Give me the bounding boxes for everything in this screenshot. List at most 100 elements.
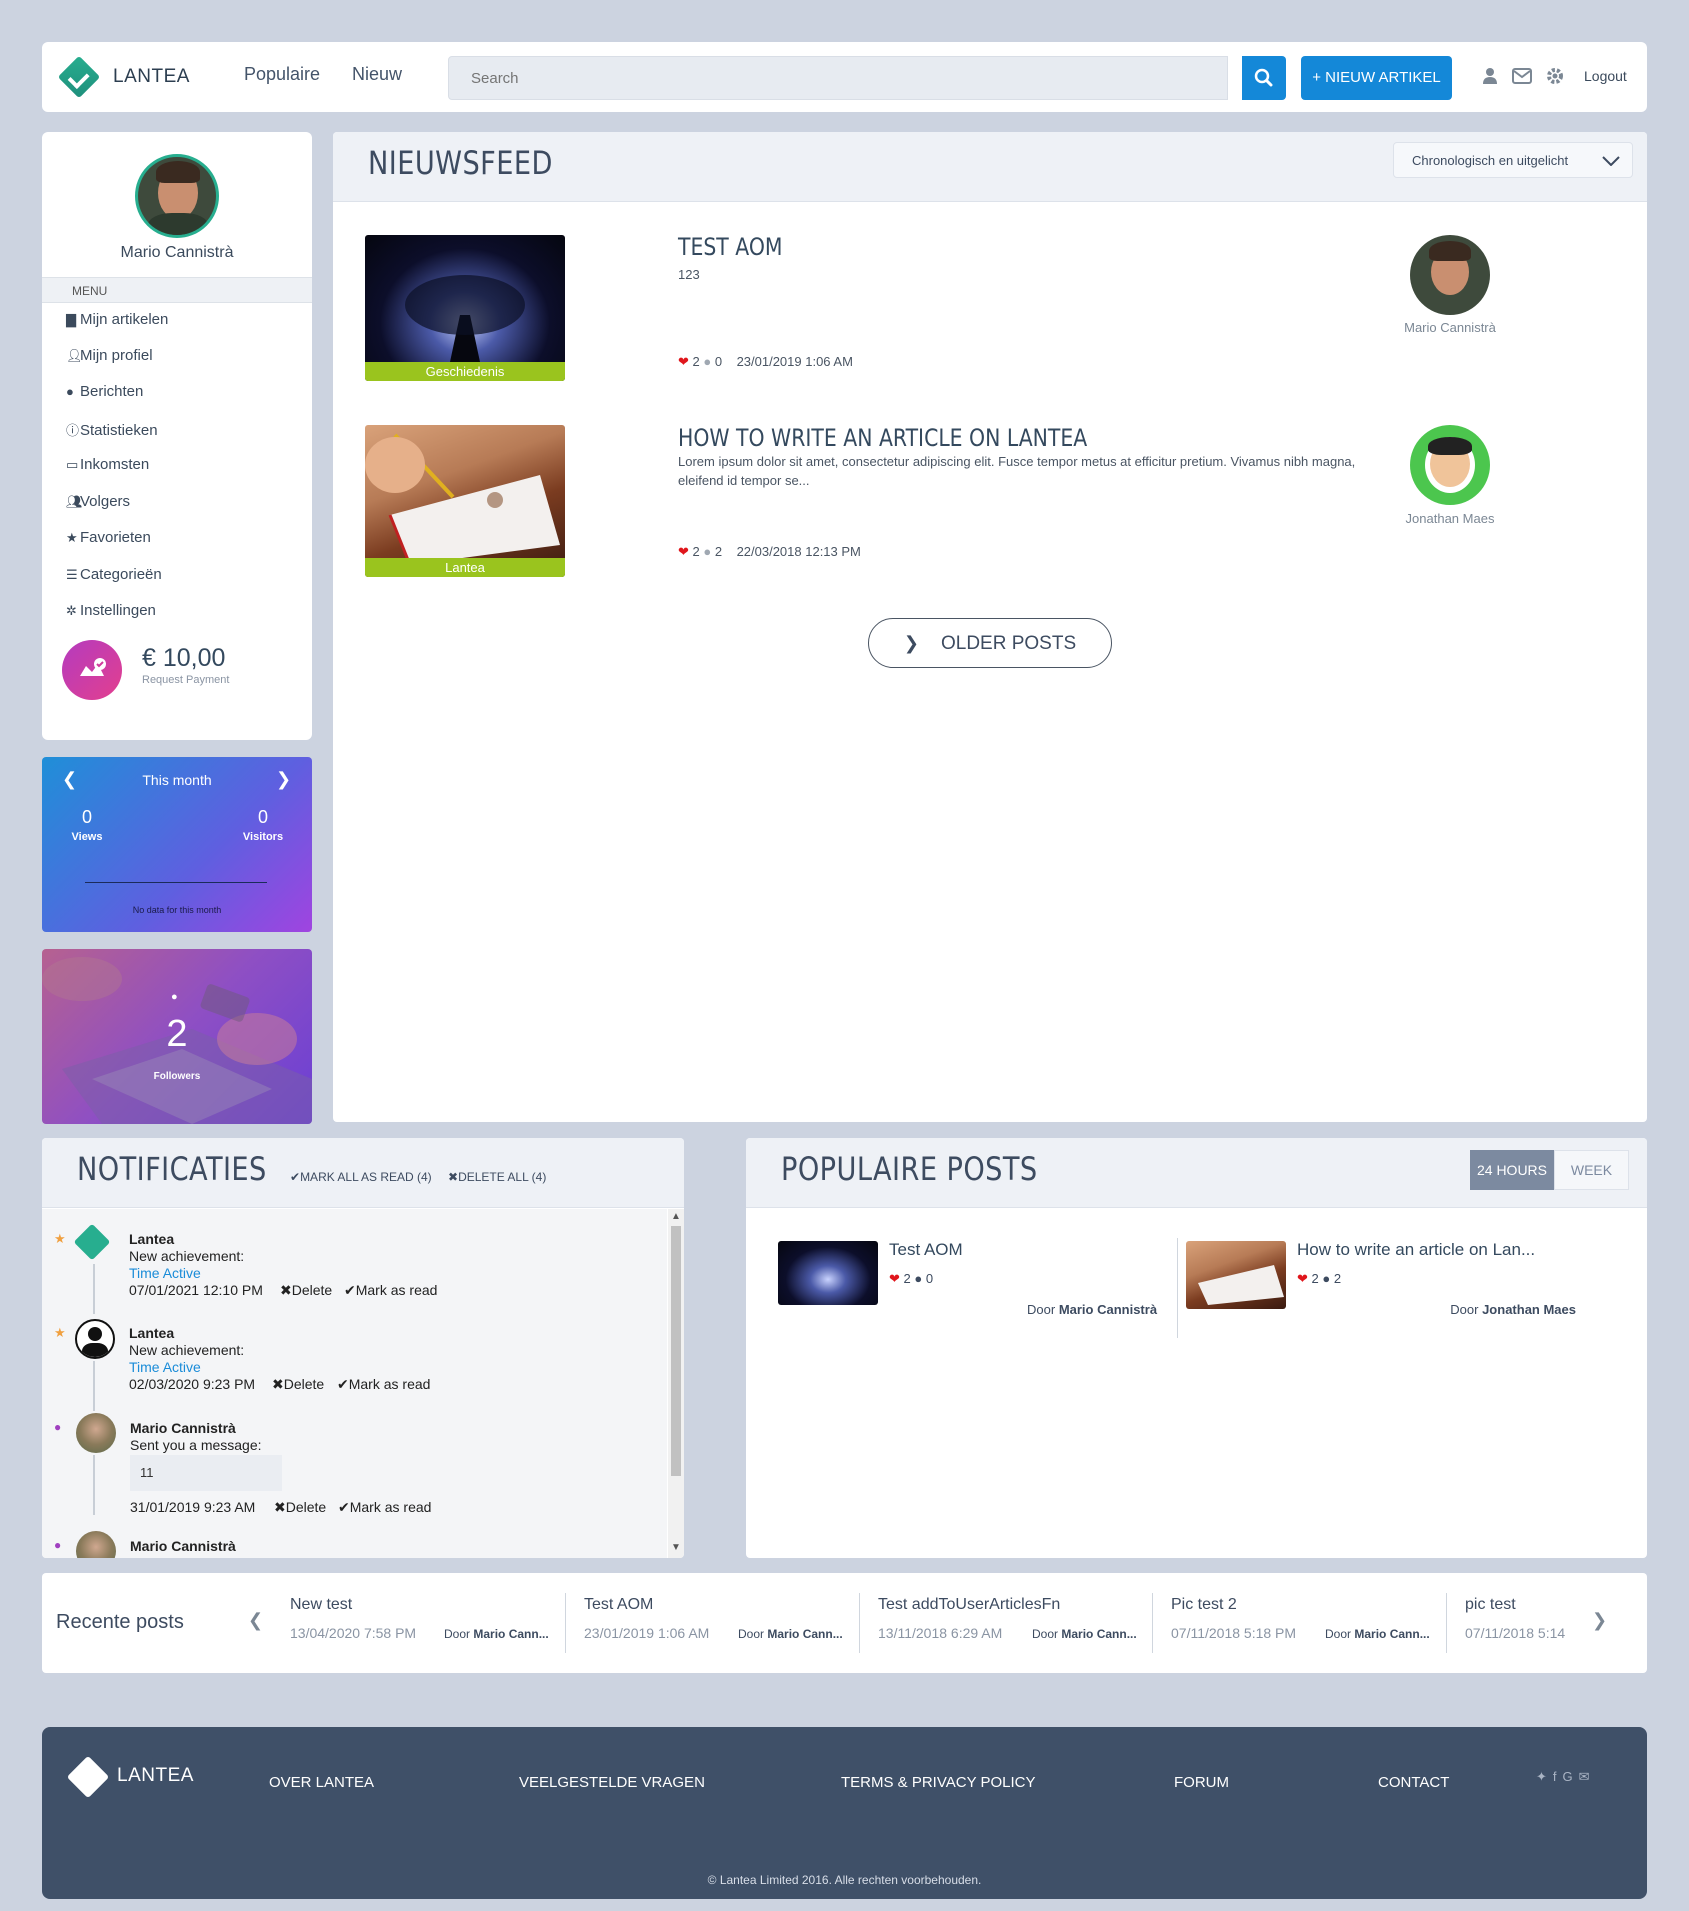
lantea-logo-icon[interactable] <box>66 1755 110 1799</box>
nav-populaire[interactable]: Populaire <box>244 64 320 85</box>
footer-link-forum[interactable]: FORUM <box>1174 1774 1229 1791</box>
older-posts-button[interactable]: ❯ OLDER POSTS <box>868 618 1112 668</box>
post-thumbnail[interactable]: Geschiedenis <box>365 235 565 381</box>
heart-icon[interactable]: ❤ <box>678 354 689 369</box>
sidebar-item-volgers[interactable]: 👥︎Volgers <box>66 493 130 510</box>
profile-name[interactable]: Mario Cannistrà <box>42 244 312 262</box>
footer-link-faq[interactable]: VEELGESTELDE VRAGEN <box>519 1774 705 1791</box>
email-icon[interactable]: ✉ <box>1579 1769 1596 1784</box>
sidebar-item-berichten[interactable]: ● Berichten <box>66 383 143 400</box>
search-button[interactable] <box>1242 56 1286 100</box>
profile-card: Mario Cannistrà MENU ▇ Mijn artikelen 👤︎M… <box>42 132 312 740</box>
author-avatar[interactable] <box>1410 425 1490 505</box>
mark-read-button[interactable]: ✔Mark as read <box>344 1282 437 1299</box>
brand-name[interactable]: LANTEA <box>113 66 190 88</box>
post-thumbnail[interactable] <box>1186 1241 1286 1309</box>
avatar[interactable] <box>135 154 219 238</box>
top-navbar: LANTEA Populaire Nieuw + NIEUW ARTIKEL L… <box>42 42 1647 112</box>
comment-icon[interactable]: ● <box>54 1420 61 1434</box>
sidebar-item-categorieen[interactable]: ☰ Categorieën <box>66 566 162 583</box>
mark-all-read-button[interactable]: ✔MARK ALL AS READ (4) <box>290 1170 432 1184</box>
star-icon[interactable]: ★ <box>54 1325 66 1341</box>
google-icon[interactable]: G <box>1563 1769 1579 1784</box>
logout-link[interactable]: Logout <box>1584 68 1627 84</box>
notification-sender: Mario Cannistrà <box>130 1420 236 1436</box>
payment-icon[interactable] <box>62 640 122 700</box>
scrollbar-thumb[interactable] <box>671 1226 681 1476</box>
star-icon[interactable]: ★ <box>54 1231 66 1247</box>
heart-icon[interactable]: ❤ <box>1297 1271 1308 1286</box>
comment-icon[interactable]: ● <box>914 1271 922 1286</box>
new-article-button[interactable]: + NIEUW ARTIKEL <box>1301 56 1452 100</box>
post-title[interactable]: Test AOM <box>889 1240 963 1260</box>
comment-icon[interactable]: ● <box>1322 1271 1330 1286</box>
category-tag[interactable]: Geschiedenis <box>365 362 565 381</box>
facebook-icon[interactable]: f <box>1553 1769 1563 1784</box>
footer-brand[interactable]: LANTEA <box>117 1765 194 1787</box>
sidebar-item-instellingen[interactable]: ✲ Instellingen <box>66 602 156 619</box>
scroll-down-icon[interactable]: ▼ <box>671 1542 681 1553</box>
recent-post-title[interactable]: New test <box>290 1596 352 1614</box>
sidebar-item-label: Statistieken <box>80 422 158 439</box>
lantea-logo-icon[interactable] <box>57 55 101 99</box>
recent-post-title[interactable]: Test addToUserArticlesFn <box>878 1596 1060 1614</box>
delete-button[interactable]: ✖Delete <box>280 1282 332 1299</box>
comment-icon[interactable]: ● <box>703 354 711 369</box>
footer-link-over-lantea[interactable]: OVER LANTEA <box>269 1774 374 1791</box>
gear-icon[interactable] <box>1546 67 1564 85</box>
tab-24-hours[interactable]: 24 HOURS <box>1470 1150 1554 1190</box>
notification-link[interactable]: Time Active <box>129 1359 201 1375</box>
author-name[interactable]: Jonathan Maes <box>1482 1302 1576 1317</box>
sort-select[interactable]: Chronologisch en uitgelicht <box>1393 142 1633 178</box>
mark-read-button[interactable]: ✔Mark as read <box>337 1376 430 1393</box>
category-tag[interactable]: Lantea <box>365 558 565 577</box>
message-preview[interactable]: 11 <box>130 1455 282 1491</box>
envelope-icon[interactable] <box>1512 68 1532 84</box>
sidebar-item-statistieken[interactable]: ⓘStatistieken <box>66 420 158 439</box>
recent-post-title[interactable]: Pic test 2 <box>1171 1596 1237 1614</box>
lantea-logo-icon <box>73 1223 111 1261</box>
sidebar-item-mijn-profiel[interactable]: 👤︎Mijn profiel <box>66 347 153 364</box>
heart-icon[interactable]: ❤ <box>678 544 689 559</box>
notifications-scrollbar[interactable]: ▲ ▼ <box>668 1209 684 1558</box>
author-name[interactable]: Jonathan Maes <box>1390 511 1510 526</box>
recent-post-author: Door Mario Cann... <box>738 1627 843 1641</box>
mark-read-button[interactable]: ✔Mark as read <box>338 1499 431 1516</box>
comment-icon[interactable]: ● <box>703 544 711 559</box>
delete-button[interactable]: ✖Delete <box>272 1376 324 1393</box>
search-input[interactable] <box>448 56 1228 100</box>
chevron-right-icon[interactable]: ❯ <box>276 769 291 790</box>
footer-link-terms[interactable]: TERMS & PRIVACY POLICY <box>841 1774 1036 1791</box>
heart-icon[interactable]: ❤ <box>889 1271 900 1286</box>
comments-count: 0 <box>714 354 723 369</box>
twitter-icon[interactable]: ✦ <box>1536 1769 1553 1784</box>
author-avatar[interactable] <box>1410 235 1490 315</box>
post-title[interactable]: TEST AOM <box>678 233 783 261</box>
divider <box>565 1593 566 1653</box>
notification-link[interactable]: Time Active <box>129 1265 201 1281</box>
delete-button[interactable]: ✖Delete <box>274 1499 326 1516</box>
chevron-right-icon[interactable]: ❯ <box>1592 1610 1607 1631</box>
delete-all-button[interactable]: ✖DELETE ALL (4) <box>448 1170 546 1184</box>
followers-widget[interactable]: ● 2 Followers <box>42 949 312 1124</box>
post-title[interactable]: HOW TO WRITE AN ARTICLE ON LANTEA <box>678 424 1087 452</box>
user-icon[interactable] <box>1482 67 1498 85</box>
followers-label: Followers <box>153 1071 201 1082</box>
sidebar-item-favorieten[interactable]: ★ Favorieten <box>66 529 151 546</box>
post-thumbnail[interactable] <box>778 1241 878 1305</box>
post-title[interactable]: How to write an article on Lan... <box>1297 1240 1535 1260</box>
author-name[interactable]: Mario Cannistrà <box>1059 1302 1157 1317</box>
tab-week[interactable]: WEEK <box>1554 1150 1629 1190</box>
request-payment-link[interactable]: Request Payment <box>142 674 229 686</box>
post-thumbnail[interactable]: Lantea <box>365 425 565 577</box>
nav-nieuw[interactable]: Nieuw <box>352 64 402 85</box>
comment-icon[interactable]: ● <box>54 1538 61 1552</box>
recent-post-title[interactable]: Test AOM <box>584 1596 653 1614</box>
author-name[interactable]: Mario Cannistrà <box>1390 320 1510 335</box>
footer-link-contact[interactable]: CONTACT <box>1378 1774 1449 1791</box>
sidebar-item-inkomsten[interactable]: ▭ Inkomsten <box>66 456 149 473</box>
scroll-up-icon[interactable]: ▲ <box>671 1211 681 1222</box>
recent-post-title[interactable]: pic test <box>1465 1596 1516 1614</box>
sidebar-item-mijn-artikelen[interactable]: ▇ Mijn artikelen <box>66 311 168 328</box>
chevron-left-icon[interactable]: ❮ <box>248 1610 263 1631</box>
